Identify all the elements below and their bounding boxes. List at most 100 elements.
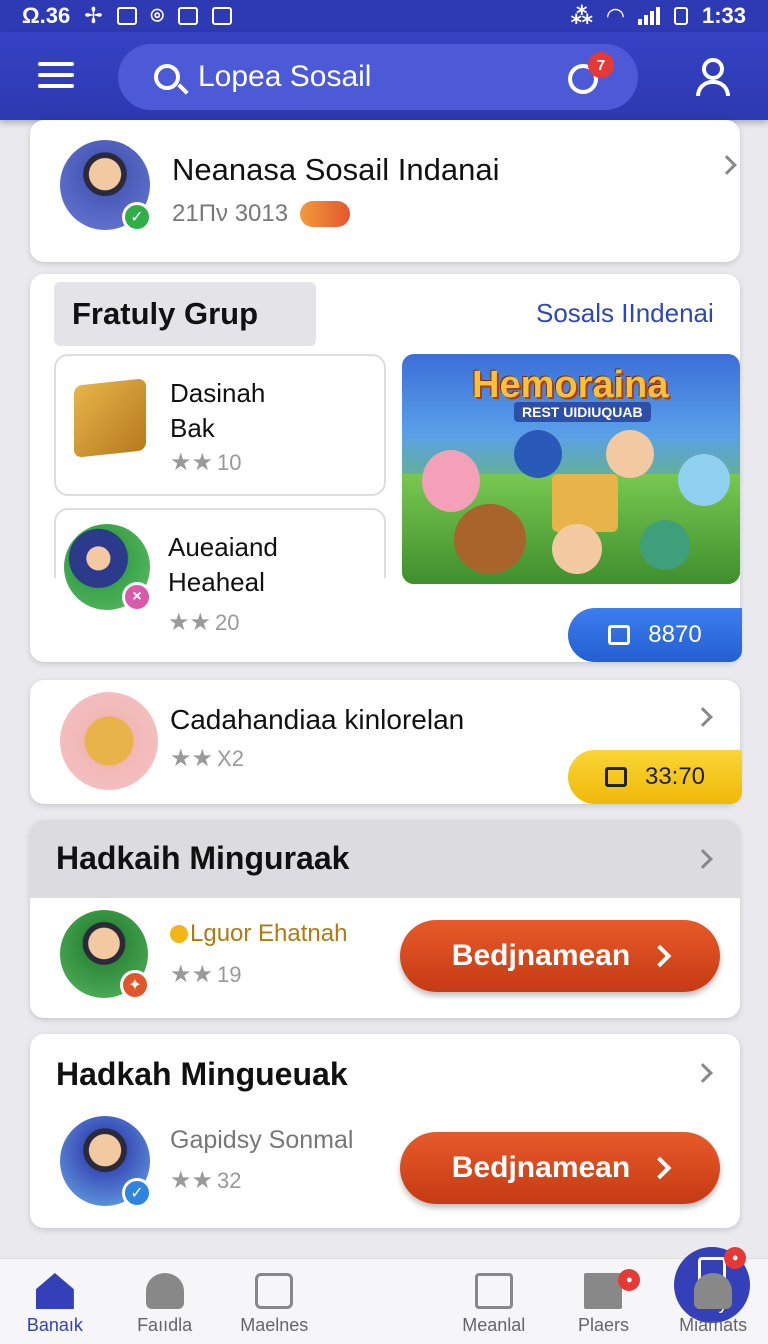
home-icon <box>35 1273 74 1309</box>
price-value: 8870 <box>648 621 702 648</box>
section-title: Hadkah Mingueuak <box>56 1056 348 1092</box>
profile-card[interactable]: ✓ Neanasa Sosail Indanai 21Πν 3013 <box>30 120 740 262</box>
star-icon: ★★ <box>168 609 212 636</box>
rating-value: 19 <box>217 961 242 987</box>
featured-title: Fratuly Grup <box>54 282 316 346</box>
game-banner[interactable]: Hemoraina REST UIDIUQUAB <box>402 354 740 584</box>
profile-icon[interactable] <box>694 58 734 98</box>
section-card: Hadkaih Minguraak ✦ Lguor Ehatnah ★★ 19 … <box>30 820 740 1018</box>
list-item[interactable]: Dasinah Bak ★★ 10 <box>54 354 386 496</box>
notification-badge: 7 <box>588 52 614 78</box>
nav-label: Faııdla <box>137 1315 193 1335</box>
vibrate-icon: ⁂ <box>570 3 594 28</box>
wifi-icon: ◠ <box>607 3 624 28</box>
featured-card: Fratuly Grup Sosals IIndenai Dasinah Bak… <box>30 274 742 662</box>
nav-meanlal[interactable]: Meanlal <box>439 1259 549 1344</box>
character <box>640 520 690 570</box>
rating: ★★ X2 <box>170 744 244 773</box>
star-icon: ★★ <box>170 961 214 988</box>
person-icon <box>145 1273 184 1309</box>
nav-badge: ● <box>618 1269 641 1291</box>
rating-value: 10 <box>217 449 242 475</box>
mail-icon <box>255 1273 294 1309</box>
rating: ★★ 20 <box>168 608 240 637</box>
nav-family[interactable]: Faııdla <box>110 1259 220 1344</box>
coin-icon <box>170 925 188 943</box>
price-value: 33:70 <box>644 763 706 790</box>
game-controller-icon <box>300 201 351 227</box>
search-text: Lopea Sosail <box>198 60 372 93</box>
person-name: Lguor Ehatnah <box>190 920 348 947</box>
avatar <box>60 692 158 790</box>
nav-label: Meanlal <box>462 1315 526 1335</box>
nav-label: Banaık <box>26 1315 83 1335</box>
chevron-right-icon[interactable] <box>717 155 737 175</box>
search-icon <box>154 64 180 90</box>
star-icon: ★★ <box>170 449 214 476</box>
nav-shop[interactable]: Boy ● <box>329 1247 751 1344</box>
nav-messages[interactable]: Maelnes <box>219 1259 329 1344</box>
chevron-right-icon[interactable] <box>693 707 713 727</box>
item-name-line2: Heaheal <box>168 567 265 597</box>
ticket-icon <box>604 767 627 787</box>
price-button[interactable]: 33:70 <box>568 750 742 804</box>
nav-label: Miamats <box>679 1315 748 1335</box>
price-button[interactable]: 8870 <box>568 608 742 662</box>
character <box>606 430 654 478</box>
profile-subtitle: 21Πν 3013 <box>172 200 289 227</box>
remove-icon: × <box>122 582 152 612</box>
notification-icon: ✢ <box>84 3 103 28</box>
rating-value: 20 <box>215 609 240 635</box>
location-icon: ⌾ <box>150 3 164 28</box>
status-bar: Ω.36 ✢ ⌾ ⁂ ◠ 1:33 <box>0 0 768 32</box>
action-button[interactable]: Bedjnamean <box>400 920 720 992</box>
status-left-text: Ω.36 <box>22 3 71 28</box>
section-card: Hadkah Mingueuak ✓ Gapidsy Sonmal ★★ 32 … <box>30 1034 740 1228</box>
rating: ★★ 32 <box>170 1166 242 1195</box>
avatar: ✓ <box>60 1116 152 1208</box>
edit-icon <box>211 7 232 25</box>
nav-miamats[interactable]: Miamats <box>658 1259 768 1344</box>
star-icon: ★★ <box>170 745 214 772</box>
battery-icon <box>673 7 688 25</box>
notification-button[interactable]: 7 <box>564 52 614 102</box>
app-bar: Lopea Sosail 7 <box>0 32 768 120</box>
banner-title: Hemoraina <box>472 364 669 406</box>
item-card[interactable]: Cadahandiaa kinlorelan ★★ X2 33:70 <box>30 680 742 804</box>
bottom-nav: Banaık Faııdla Maelnes Boy ● Meanlal ● P… <box>0 1247 768 1344</box>
action-button[interactable]: Bedjnamean <box>400 1132 720 1204</box>
character <box>514 430 562 478</box>
person-name: Gapidsy Sonmal <box>170 1126 354 1154</box>
chevron-right-icon <box>648 1156 672 1180</box>
rating-value: X2 <box>217 745 244 771</box>
signal-icon <box>637 7 660 25</box>
rating: ★★ 10 <box>170 448 242 477</box>
bear-character <box>454 504 526 574</box>
chevron-right-icon <box>648 944 672 968</box>
verified-icon: ✓ <box>122 1178 152 1208</box>
search-input[interactable]: Lopea Sosail 7 <box>118 44 638 110</box>
featured-link[interactable]: Sosals IIndenai <box>536 298 714 329</box>
grid-icon <box>584 1273 623 1309</box>
nav-players[interactable]: ● Plaers <box>549 1259 659 1344</box>
action-label: Bedjnamean <box>451 939 631 972</box>
avatar: × <box>64 524 152 612</box>
menu-icon[interactable] <box>38 62 78 90</box>
nav-home[interactable]: Banaık <box>0 1259 110 1344</box>
app-icon <box>116 7 137 25</box>
item-name-line1: Aueaiand <box>168 532 278 562</box>
chevron-right-icon[interactable] <box>693 1063 713 1083</box>
nav-label: Plaers <box>577 1315 629 1335</box>
star-icon: ★★ <box>170 1167 214 1194</box>
rating: ★★ 19 <box>170 960 242 989</box>
avatar: ✓ <box>60 140 152 232</box>
item-name-line2: Bak <box>170 413 215 443</box>
section-title: Hadkaih Minguraak <box>56 840 350 876</box>
avatar: ✦ <box>60 910 150 1000</box>
clock: 1:33 <box>701 3 746 28</box>
treasure-box-icon <box>552 474 618 532</box>
image-icon <box>177 7 198 25</box>
character <box>552 524 602 574</box>
treasure-box-icon <box>74 378 146 458</box>
profile-name: Neanasa Sosail Indanai <box>172 152 500 187</box>
